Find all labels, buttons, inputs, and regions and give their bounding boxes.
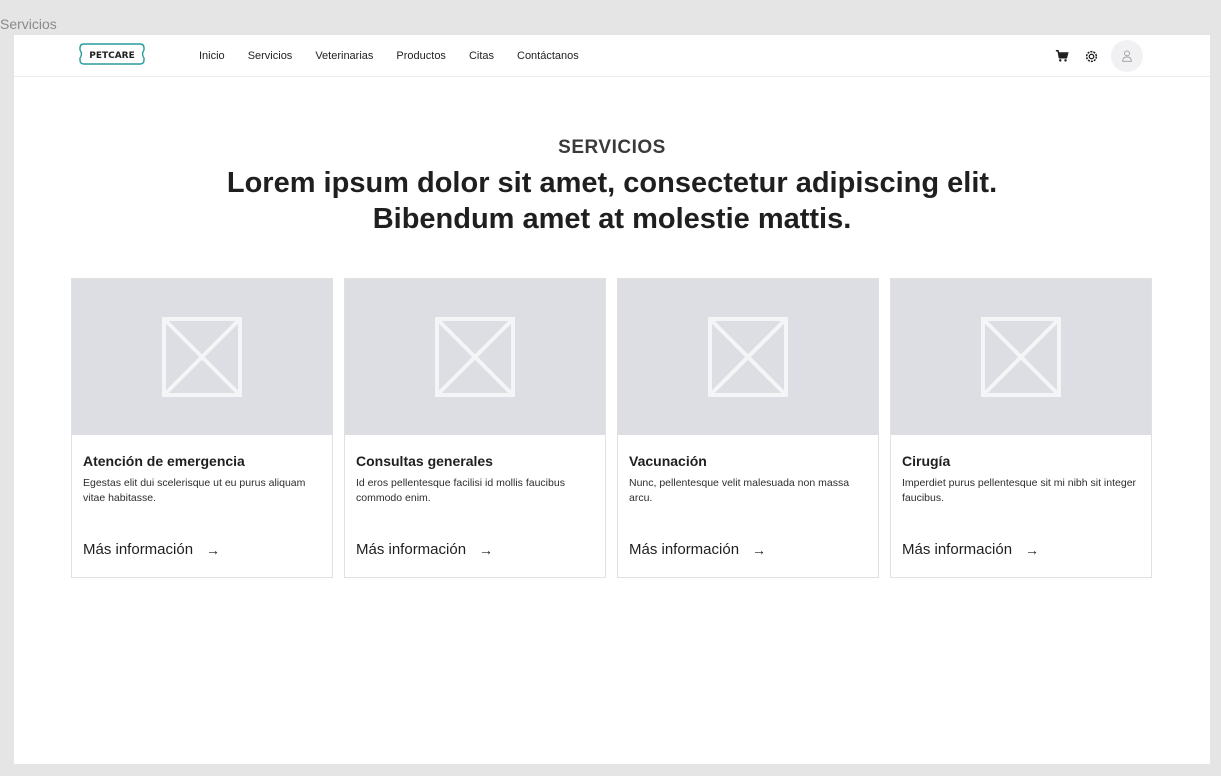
- card-title: Consultas generales: [356, 453, 493, 469]
- more-info-label: Más información: [902, 541, 1013, 558]
- service-card-consultas: Consultas generales Id eros pellentesque…: [344, 278, 606, 578]
- headline-line-2: Bibendum amet at molestie mattis.: [372, 203, 852, 235]
- service-card-emergencia: Atención de emergencia Egestas elit dui …: [71, 278, 333, 578]
- card-description: Nunc, pellentesque velit malesuada non m…: [629, 477, 850, 504]
- top-navbar: PETCARE Inicio Servicios Veterinarias Pr…: [14, 35, 1210, 77]
- petcare-logo[interactable]: PETCARE: [78, 41, 146, 67]
- cart-icon[interactable]: [1054, 48, 1070, 64]
- headline-line-1: Lorem ipsum dolor sit amet, consectetur …: [226, 167, 998, 199]
- arrow-right-icon: →: [479, 541, 494, 558]
- logo-badge: PETCARE: [79, 43, 145, 65]
- page-frame: PETCARE Inicio Servicios Veterinarias Pr…: [14, 35, 1210, 764]
- image-placeholder-icon: [435, 317, 515, 397]
- card-body: Cirugía Imperdiet purus pellentesque sit…: [891, 435, 1151, 577]
- nav-link-servicios[interactable]: Servicios: [248, 50, 293, 62]
- card-title: Cirugía: [902, 453, 951, 469]
- image-placeholder-icon: [708, 317, 788, 397]
- card-body: Atención de emergencia Egestas elit dui …: [72, 435, 332, 577]
- more-info-label: Más información: [83, 541, 194, 558]
- image-placeholder-icon: [162, 317, 242, 397]
- page-title: Lorem ipsum dolor sit amet, consectetur …: [14, 165, 1210, 237]
- image-placeholder: [72, 279, 332, 435]
- card-title: Atención de emergencia: [83, 453, 245, 469]
- user-icon: [1122, 50, 1132, 62]
- more-info-label: Más información: [629, 541, 740, 558]
- image-placeholder: [618, 279, 878, 435]
- more-info-link[interactable]: Más información →: [83, 541, 220, 558]
- more-info-label: Más información: [356, 541, 467, 558]
- services-hero: SERVICIOS Lorem ipsum dolor sit amet, co…: [14, 137, 1210, 237]
- user-avatar[interactable]: [1111, 40, 1143, 72]
- card-description: Egestas elit dui scelerisque ut eu purus…: [83, 477, 306, 504]
- nav-link-contactanos[interactable]: Contáctanos: [517, 50, 579, 62]
- logo-text: PETCARE: [89, 51, 135, 61]
- more-info-link[interactable]: Más información →: [356, 541, 493, 558]
- section-eyebrow: SERVICIOS: [558, 137, 666, 158]
- arrow-right-icon: →: [206, 541, 221, 558]
- image-placeholder: [891, 279, 1151, 435]
- service-card-vacunacion: Vacunación Nunc, pellentesque velit male…: [617, 278, 879, 578]
- nav-link-productos[interactable]: Productos: [396, 50, 446, 62]
- frame-label: Servicios: [0, 16, 57, 32]
- image-placeholder: [345, 279, 605, 435]
- card-description: Id eros pellentesque facilisi id mollis …: [356, 477, 565, 504]
- service-cards: Atención de emergencia Egestas elit dui …: [71, 278, 1152, 578]
- card-body: Consultas generales Id eros pellentesque…: [345, 435, 605, 577]
- nav-link-inicio[interactable]: Inicio: [199, 50, 225, 62]
- gear-icon[interactable]: [1083, 48, 1099, 64]
- main-nav: Inicio Servicios Veterinarias Productos …: [199, 35, 602, 77]
- more-info-link[interactable]: Más información →: [902, 541, 1039, 558]
- nav-link-veterinarias[interactable]: Veterinarias: [315, 50, 373, 62]
- more-info-link[interactable]: Más información →: [629, 541, 766, 558]
- nav-link-citas[interactable]: Citas: [469, 50, 494, 62]
- arrow-right-icon: →: [752, 541, 767, 558]
- image-placeholder-icon: [981, 317, 1061, 397]
- service-card-cirugia: Cirugía Imperdiet purus pellentesque sit…: [890, 278, 1152, 578]
- card-body: Vacunación Nunc, pellentesque velit male…: [618, 435, 878, 577]
- card-title: Vacunación: [629, 453, 707, 469]
- nav-actions: [1054, 35, 1143, 77]
- arrow-right-icon: →: [1025, 541, 1040, 558]
- card-description: Imperdiet purus pellentesque sit mi nibh…: [902, 477, 1137, 504]
